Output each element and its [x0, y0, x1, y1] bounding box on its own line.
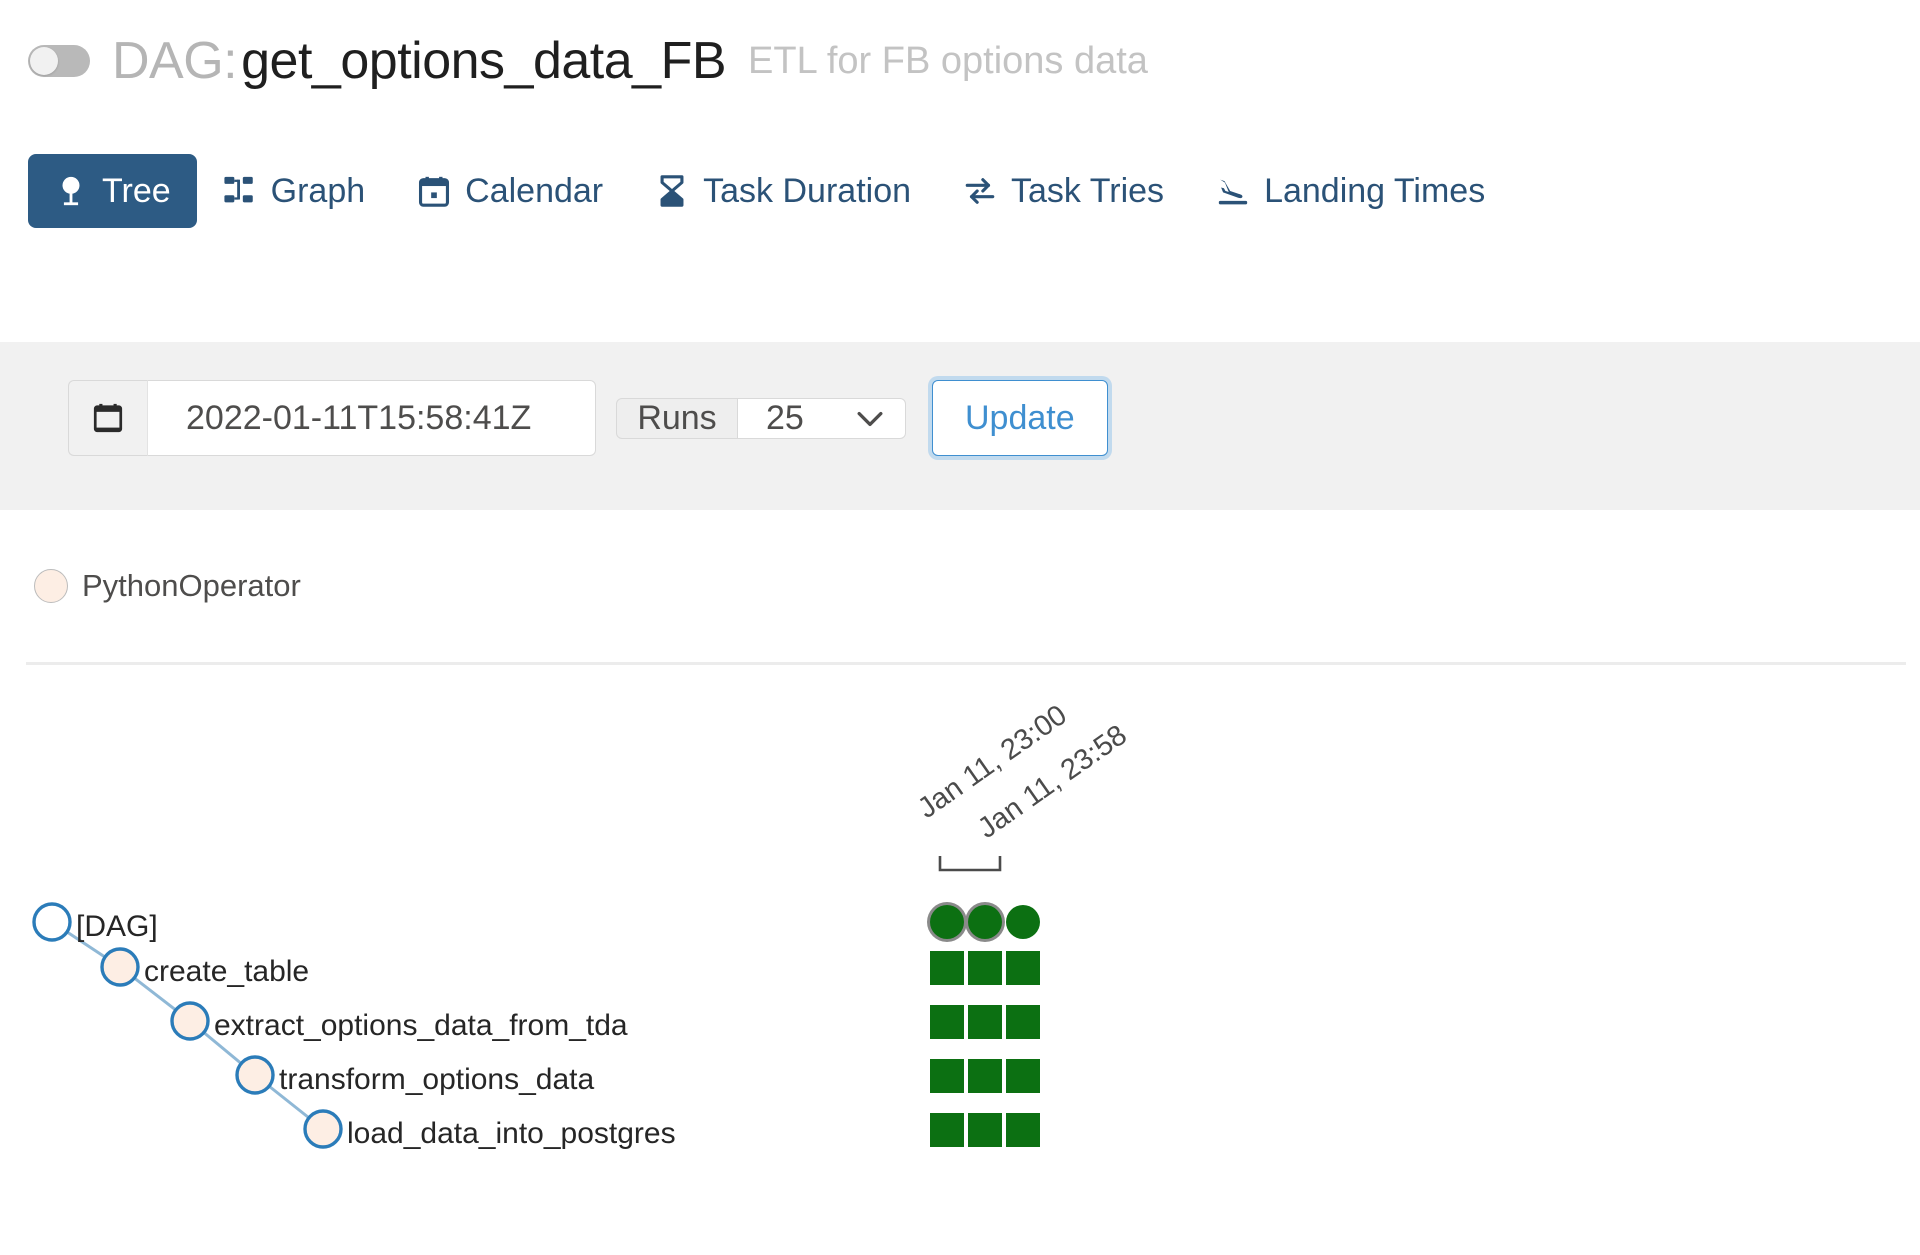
calendar-icon — [417, 174, 451, 208]
dag-run-status-circle[interactable] — [968, 905, 1002, 939]
repeat-arrow-icon — [963, 174, 997, 208]
section-divider — [26, 662, 1906, 665]
task-instance-square[interactable] — [930, 1113, 964, 1147]
tree-node-label[interactable]: [DAG] — [76, 912, 158, 942]
task-instance-square[interactable] — [968, 1005, 1002, 1039]
task-instance-square[interactable] — [930, 1059, 964, 1093]
page-title: get_options_data_FB — [241, 32, 727, 90]
tab-landing-times-label: Landing Times — [1264, 172, 1486, 210]
python-operator-legend-label: PythonOperator — [82, 568, 301, 603]
task-instance-square[interactable] — [1006, 1113, 1040, 1147]
tab-landing-times[interactable]: Landing Times — [1190, 154, 1511, 228]
num-runs-label: Runs — [616, 397, 738, 439]
tree-node-label[interactable]: create_table — [144, 957, 309, 987]
tab-task-tries-label: Task Tries — [1011, 172, 1165, 210]
task-instance-square[interactable] — [968, 1059, 1002, 1093]
chevron-down-icon — [857, 405, 883, 431]
dag-controls-bar: 2022-01-11T15:58:41Z Runs 25 Update — [0, 342, 1920, 510]
tab-tree-label: Tree — [102, 172, 171, 210]
dag-label-prefix: DAG: — [112, 32, 238, 90]
tab-calendar[interactable]: Calendar — [391, 154, 629, 228]
hourglass-icon — [655, 174, 689, 208]
task-instance-square[interactable] — [930, 1005, 964, 1039]
view-tab-bar: Tree Graph Calendar Task Duration Task T… — [0, 154, 1920, 254]
task-instance-square[interactable] — [1006, 951, 1040, 985]
dag-run-status-circle[interactable] — [930, 905, 964, 939]
tab-tree[interactable]: Tree — [28, 154, 197, 228]
operator-legend: PythonOperator — [34, 568, 301, 604]
tab-graph[interactable]: Graph — [197, 154, 392, 228]
plane-landing-icon — [1216, 174, 1250, 208]
dag-header: DAG: get_options_data_FB ETL for FB opti… — [0, 0, 1920, 92]
dag-description: ETL for FB options data — [748, 39, 1148, 82]
calendar-icon[interactable] — [68, 380, 148, 456]
tab-calendar-label: Calendar — [465, 172, 604, 210]
task-instance-square[interactable] — [968, 1113, 1002, 1147]
task-instance-square[interactable] — [1006, 1059, 1040, 1093]
toggle-knob — [30, 47, 58, 75]
dag-tree-view: Jan 11, 23:00 Jan 11, 23:58 [DAG] create… — [0, 690, 1920, 1255]
tree-node-label[interactable]: load_data_into_postgres — [347, 1119, 676, 1149]
task-instance-square[interactable] — [930, 951, 964, 985]
task-instance-square[interactable] — [1006, 1005, 1040, 1039]
update-button[interactable]: Update — [932, 380, 1108, 456]
base-date-input[interactable]: 2022-01-11T15:58:41Z — [148, 380, 596, 456]
tab-graph-label: Graph — [270, 172, 366, 210]
tree-icon — [54, 174, 88, 208]
dag-run-status-circle[interactable] — [1006, 905, 1040, 939]
tree-node-label[interactable]: extract_options_data_from_tda — [214, 1011, 628, 1041]
num-runs-value: 25 — [766, 398, 804, 437]
tab-task-duration-label: Task Duration — [703, 172, 912, 210]
base-date-group: 2022-01-11T15:58:41Z — [68, 380, 596, 456]
tab-task-tries[interactable]: Task Tries — [937, 154, 1190, 228]
task-instance-square[interactable] — [968, 951, 1002, 985]
tab-task-duration[interactable]: Task Duration — [629, 154, 937, 228]
python-operator-legend-dot — [34, 569, 68, 603]
dag-pause-toggle[interactable] — [28, 45, 90, 77]
tree-node-label[interactable]: transform_options_data — [279, 1065, 594, 1095]
num-runs-select[interactable]: 25 — [738, 397, 906, 439]
graph-icon — [223, 174, 257, 208]
